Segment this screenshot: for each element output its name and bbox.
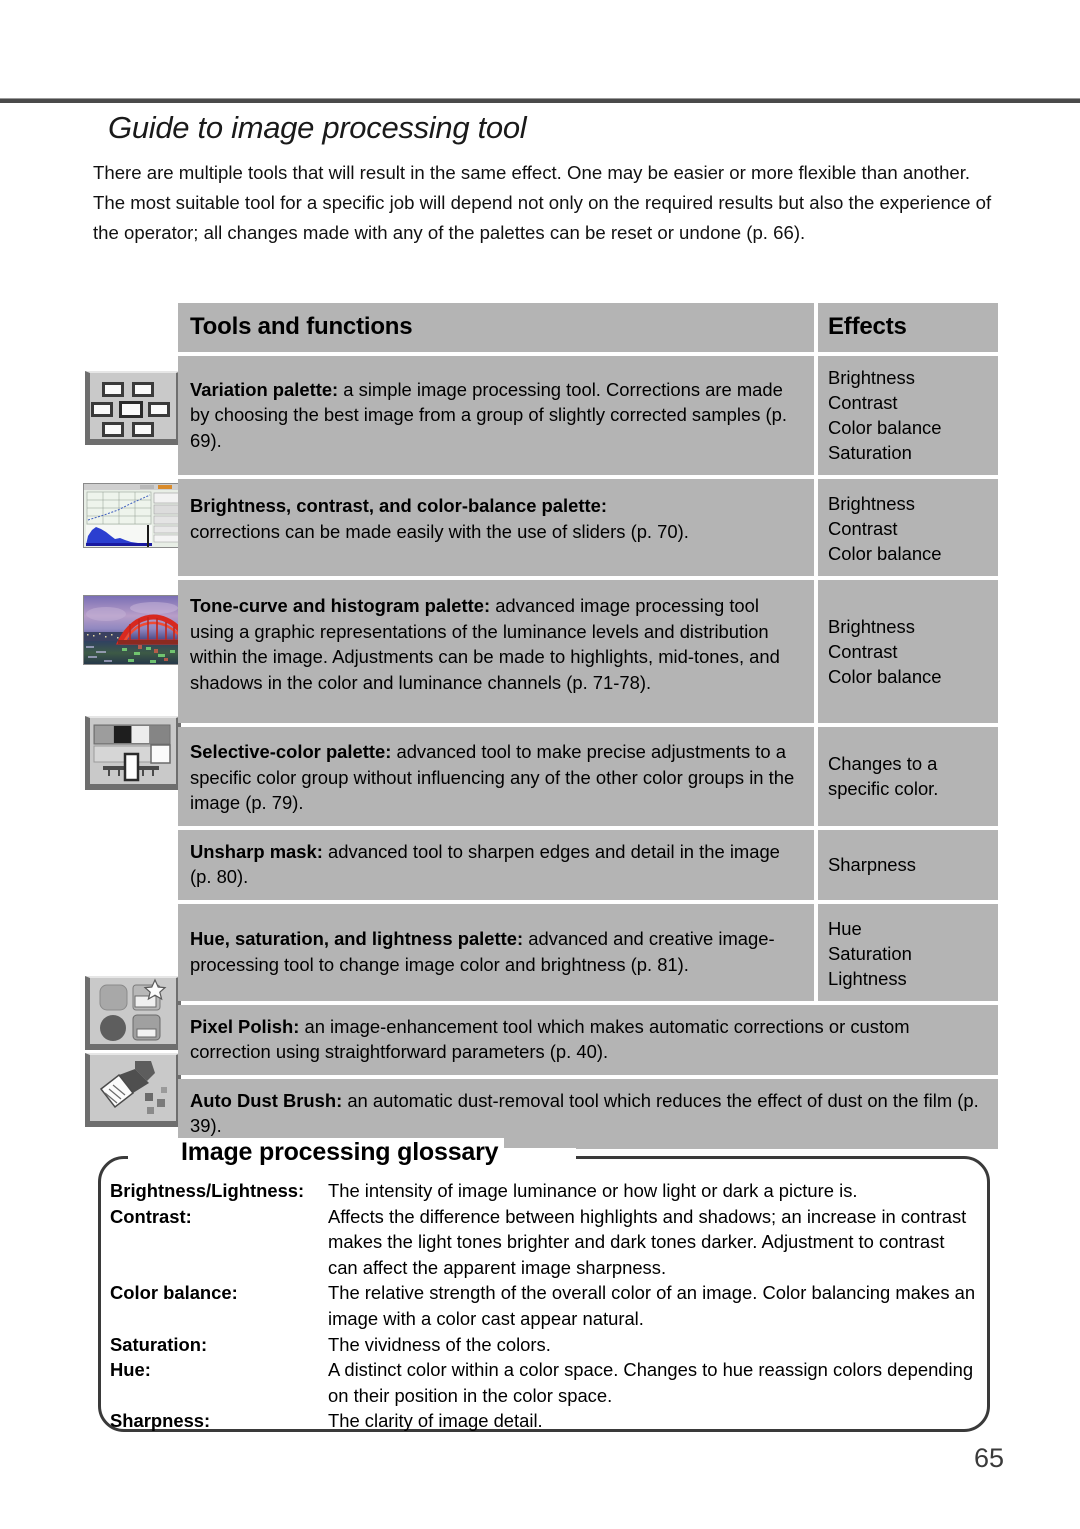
- tools-cell: Tone-curve and histogram palette: advanc…: [178, 580, 814, 723]
- tools-cell: Brightness, contrast, and color-balance …: [178, 479, 814, 576]
- effects-cell: Brightness Contrast Color balance Satura…: [818, 356, 998, 475]
- auto-dust-brush-icon: [85, 1053, 181, 1127]
- glossary-term: Color balance:: [110, 1282, 238, 1304]
- tool-term: Hue, saturation, and lightness palette:: [190, 928, 524, 949]
- table-header-row: Tools and functions Effects: [178, 303, 998, 352]
- glossary-definition: A distinct color within a color space. C…: [328, 1359, 974, 1406]
- table-row: Hue, saturation, and lightness palette: …: [178, 903, 998, 1001]
- header-rule: [0, 98, 1080, 103]
- tool-term: Brightness, contrast, and color-balance …: [190, 495, 607, 516]
- tools-cell: Hue, saturation, and lightness palette: …: [178, 903, 814, 1001]
- effects-cell: Brightness Contrast Color balance: [818, 479, 998, 576]
- glossary-definition: The relative strength of the overall col…: [328, 1282, 976, 1329]
- glossary-entry: Sharpness: The clarity of image detail.: [110, 1408, 978, 1434]
- glossary-list: Brightness/Lightness: The intensity of i…: [110, 1178, 978, 1434]
- table-row: Brightness, contrast, and color-balance …: [178, 479, 998, 576]
- tool-description: corrections can be made easily with the …: [190, 520, 689, 542]
- tools-cell: Variation palette: a simple image proces…: [178, 356, 814, 475]
- effects-cell: Sharpness: [818, 829, 998, 900]
- column-header-tools: Tools and functions: [178, 303, 814, 352]
- brightness-contrast-palette-icon: [83, 483, 183, 548]
- glossary-title: Image processing glossary: [175, 1138, 505, 1167]
- glossary-entry: Saturation: The vividness of the colors.: [110, 1332, 978, 1358]
- tools-cell-full: Pixel Polish: an image-enhancement tool …: [178, 1004, 998, 1075]
- glossary-definition: The clarity of image detail.: [328, 1410, 543, 1432]
- glossary-entry: Brightness/Lightness: The intensity of i…: [110, 1178, 978, 1204]
- selective-color-palette-icon: [85, 716, 181, 790]
- glossary-term: Saturation:: [110, 1333, 208, 1355]
- table-row: Unsharp mask: advanced tool to sharpen e…: [178, 829, 998, 900]
- page-number: 65: [973, 1443, 1004, 1473]
- tool-term: Tone-curve and histogram palette:: [190, 595, 491, 616]
- tone-curve-histogram-palette-icon: [83, 595, 179, 665]
- table-row: Pixel Polish: an image-enhancement tool …: [178, 1004, 998, 1075]
- glossary-definition: The vividness of the colors.: [328, 1333, 551, 1355]
- glossary-entry: Color balance: The relative strength of …: [110, 1280, 978, 1331]
- effects-cell: Changes to a specific color.: [818, 727, 998, 826]
- tools-functions-table: Tools and functions Effects Variation pa…: [178, 303, 998, 1153]
- glossary-term: Sharpness:: [110, 1410, 211, 1432]
- page-title: Guide to image processing tool: [108, 110, 527, 145]
- table-row: Variation palette: a simple image proces…: [178, 356, 998, 475]
- tools-cell: Unsharp mask: advanced tool to sharpen e…: [178, 829, 814, 900]
- glossary-definition: The intensity of image luminance or how …: [328, 1180, 858, 1201]
- tool-term: Pixel Polish:: [190, 1015, 300, 1037]
- tools-cell: Selective-color palette: advanced tool t…: [178, 727, 814, 826]
- tool-term: Variation palette:: [190, 378, 339, 400]
- glossary-term: Contrast:: [110, 1205, 192, 1227]
- glossary-definition: Affects the difference between highlight…: [328, 1205, 967, 1278]
- column-header-effects: Effects: [818, 303, 998, 352]
- pixel-polish-icon: [85, 976, 181, 1050]
- tool-term: Unsharp mask:: [190, 840, 323, 862]
- glossary-entry: Contrast: Affects the difference between…: [110, 1204, 978, 1281]
- effects-cell: Hue Saturation Lightness: [818, 903, 998, 1001]
- table-row: Tone-curve and histogram palette: advanc…: [178, 580, 998, 723]
- table-row: Selective-color palette: advanced tool t…: [178, 727, 998, 826]
- glossary-term: Brightness/Lightness:: [110, 1180, 305, 1201]
- tool-term: Auto Dust Brush:: [190, 1089, 343, 1111]
- intro-paragraph: There are multiple tools that will resul…: [93, 162, 992, 243]
- glossary-entry: Hue: A distinct color within a color spa…: [110, 1357, 978, 1408]
- tool-term: Selective-color palette:: [190, 741, 392, 762]
- effects-cell: Brightness Contrast Color balance: [818, 580, 998, 723]
- glossary-term: Hue:: [110, 1359, 151, 1381]
- variation-palette-icon: [85, 371, 181, 445]
